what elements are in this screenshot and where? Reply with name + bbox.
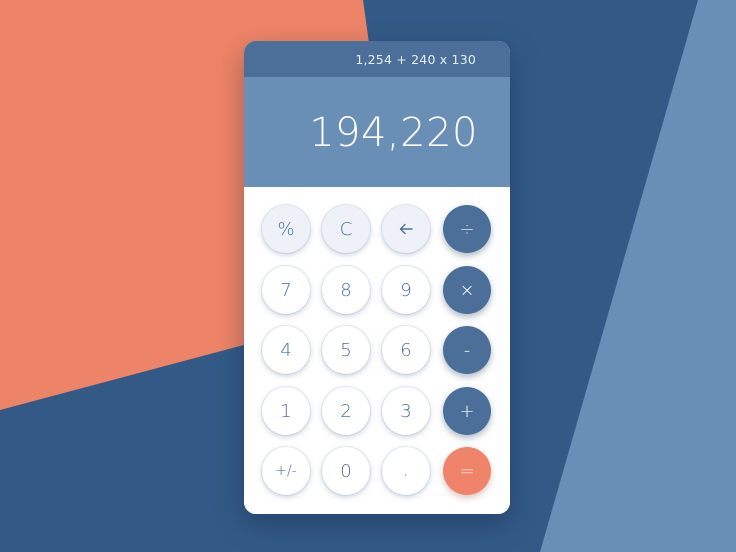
arrow-left-icon	[399, 223, 413, 235]
digit-7-button[interactable]: 7	[262, 266, 310, 314]
digit-2-button[interactable]: 2	[322, 387, 370, 435]
digit-3-button[interactable]: 3	[382, 387, 430, 435]
plus-button[interactable]: +	[443, 387, 491, 435]
clear-button[interactable]: C	[322, 205, 370, 253]
backspace-button[interactable]	[382, 205, 430, 253]
multiply-button[interactable]: ×	[443, 266, 491, 314]
divide-button[interactable]: ÷	[443, 205, 491, 253]
digit-8-button[interactable]: 8	[322, 266, 370, 314]
digit-0-button[interactable]: 0	[322, 447, 370, 495]
digit-9-button[interactable]: 9	[382, 266, 430, 314]
digit-5-button[interactable]: 5	[322, 326, 370, 374]
comma-button[interactable]: ,	[382, 447, 430, 495]
digit-6-button[interactable]: 6	[382, 326, 430, 374]
digit-4-button[interactable]: 4	[262, 326, 310, 374]
equals-button[interactable]: =	[443, 447, 491, 495]
plus-minus-button[interactable]: +/-	[262, 447, 310, 495]
digit-1-button[interactable]: 1	[262, 387, 310, 435]
expression-bar: 1,254 + 240 x 130	[244, 41, 510, 77]
background-light-blue-shape	[540, 0, 736, 552]
result-panel: 194,220	[244, 77, 510, 187]
percent-button[interactable]: %	[262, 205, 310, 253]
calculator-card: 1,254 + 240 x 130 194,220 % C ÷ 7 8 9 × …	[244, 41, 510, 514]
expression-text: 1,254 + 240 x 130	[355, 51, 476, 67]
keypad: % C ÷ 7 8 9 × 4 5 6 - 1 2 3 + +/- 0 , =	[244, 187, 510, 514]
minus-button[interactable]: -	[443, 326, 491, 374]
result-text: 194,220	[309, 110, 478, 156]
